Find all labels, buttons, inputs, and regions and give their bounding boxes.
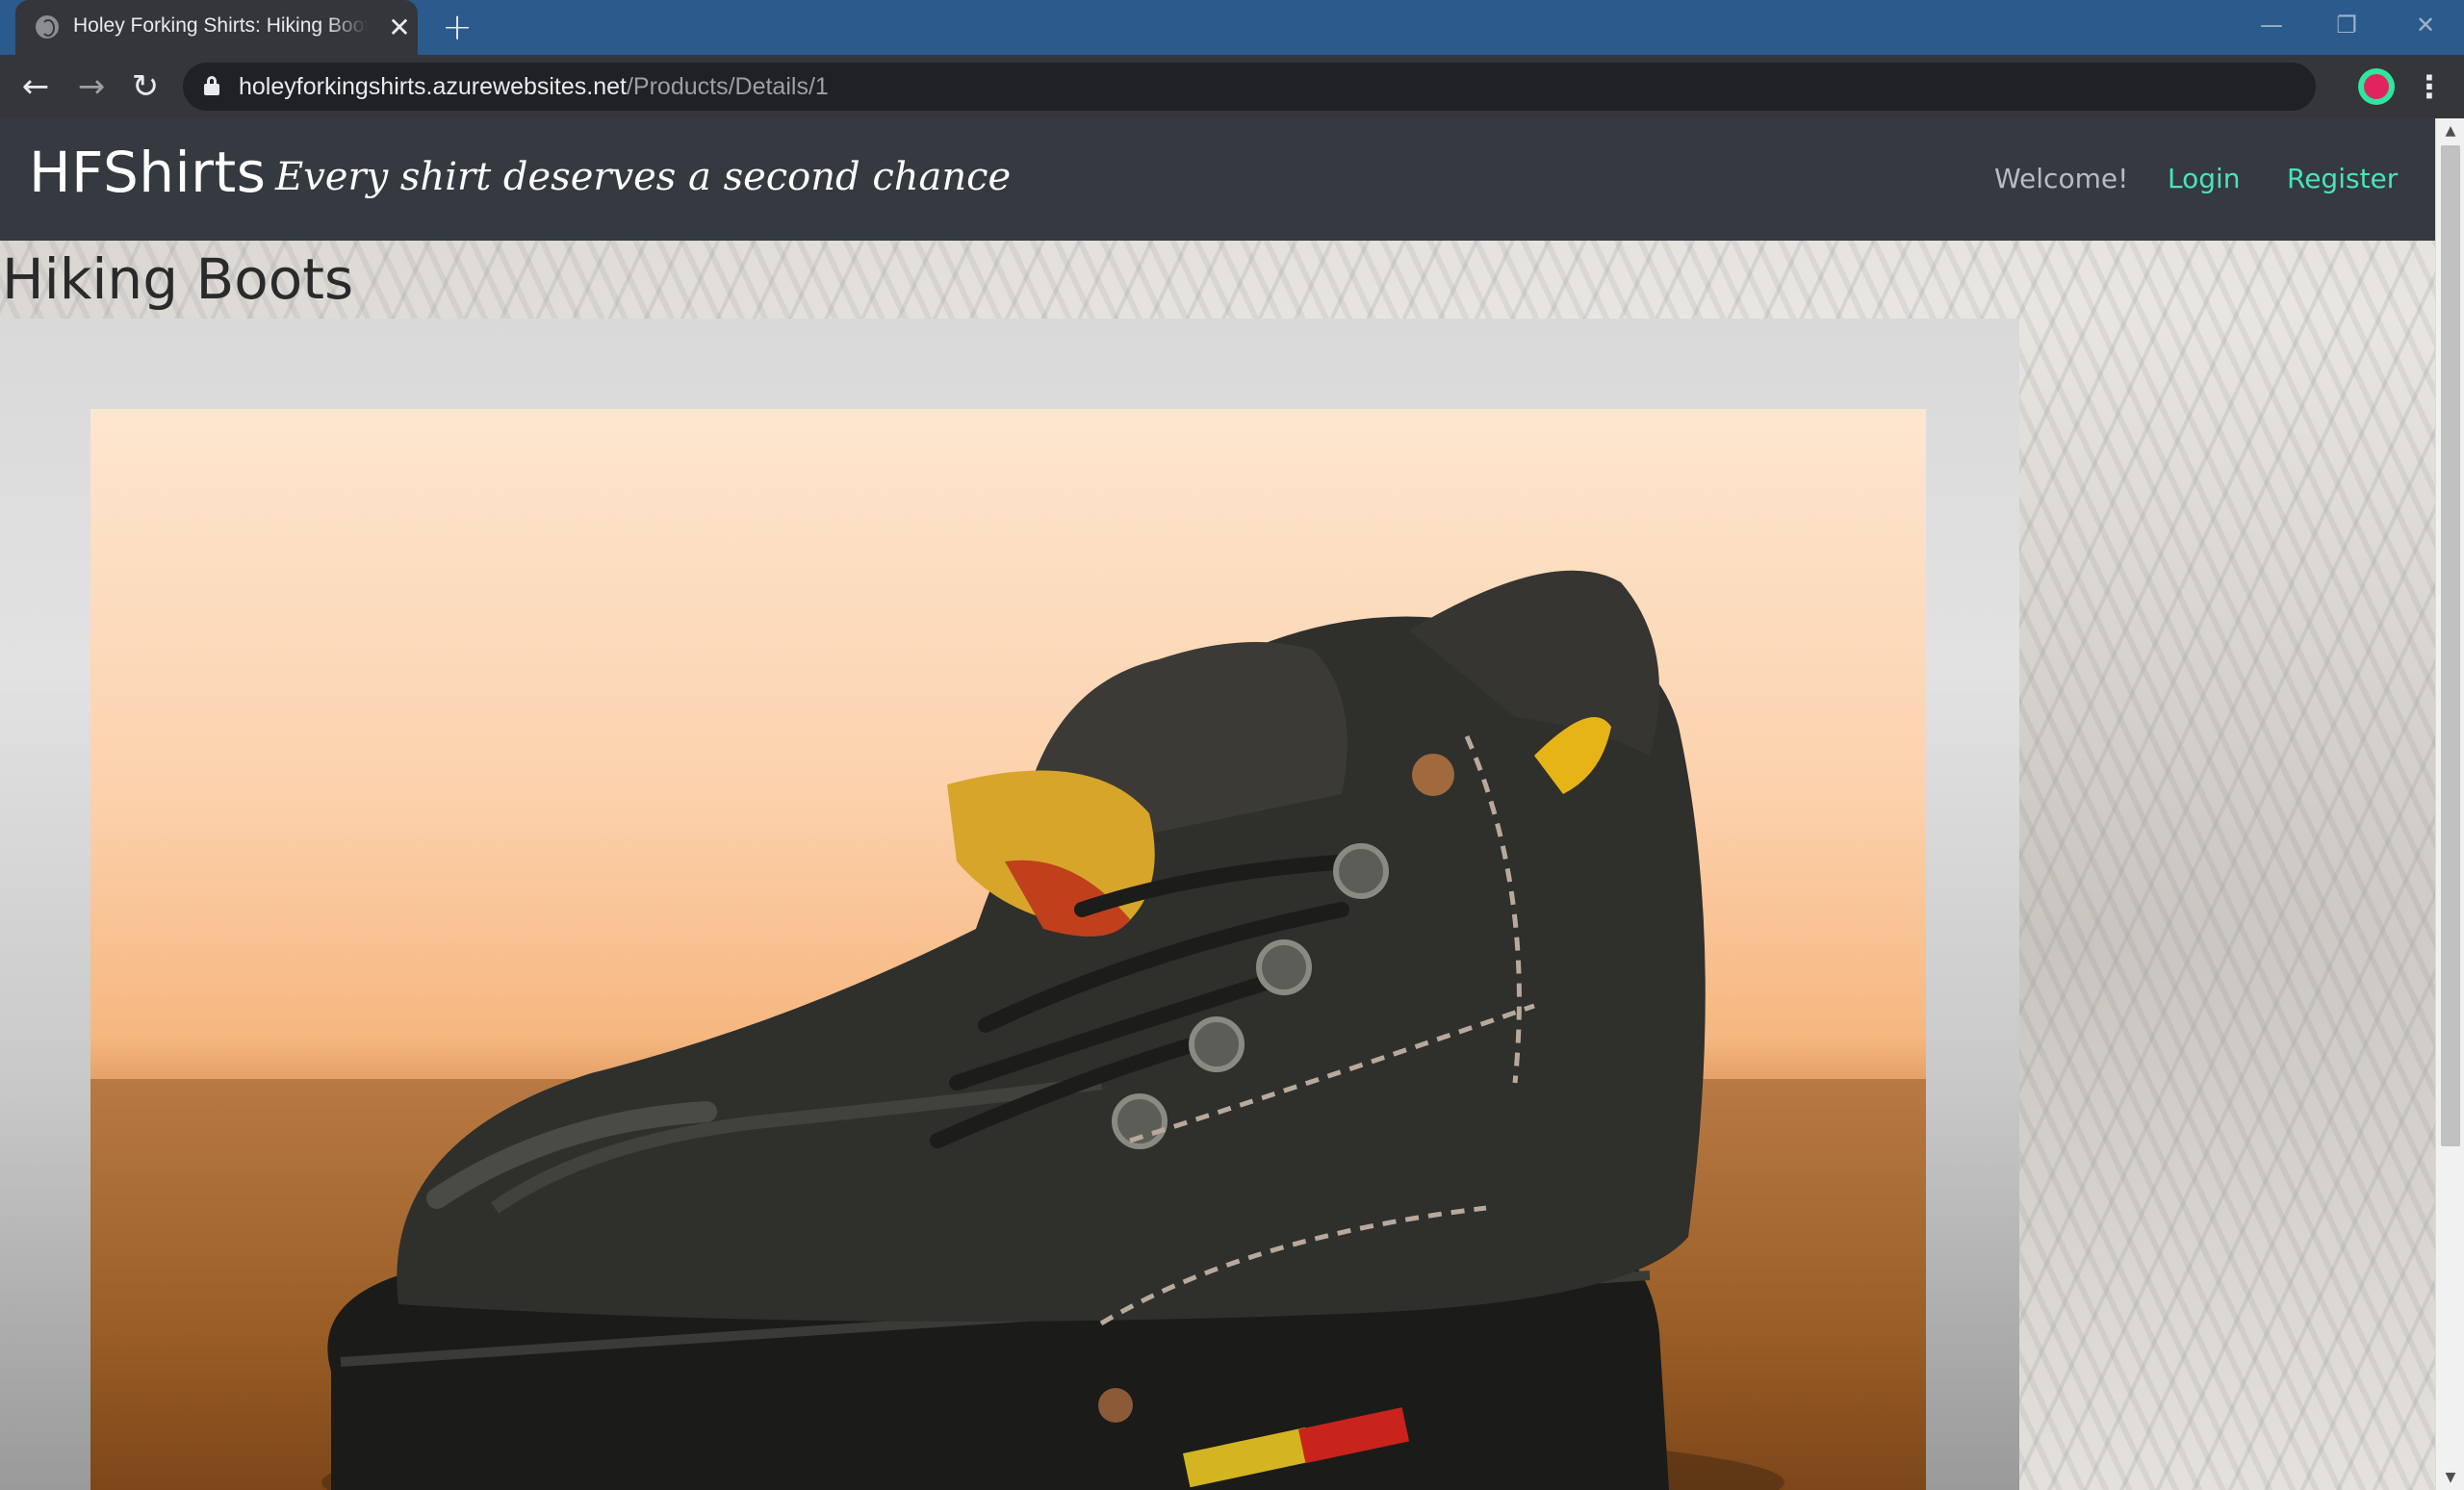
site-navbar: HFShirts Every shirt deserves a second c… — [0, 118, 2435, 241]
page-viewport: HFShirts Every shirt deserves a second c… — [0, 118, 2435, 1490]
forward-arrow-icon[interactable]: → — [69, 64, 114, 109]
back-arrow-icon[interactable]: ← — [13, 64, 58, 109]
product-image — [90, 409, 1926, 1490]
page-title-bar: Hiking Boots — [0, 241, 2435, 318]
scroll-down-arrow-icon[interactable]: ▼ — [2436, 1465, 2464, 1490]
scroll-up-arrow-icon[interactable]: ▲ — [2436, 118, 2464, 143]
extension-icon[interactable] — [2358, 68, 2395, 105]
address-bar[interactable]: holeyforkingshirts.azurewebsites.net/Pro… — [183, 63, 2316, 111]
new-tab-button[interactable]: + — [439, 9, 475, 46]
reload-icon[interactable]: ↻ — [123, 64, 167, 109]
vertical-scrollbar[interactable]: ▲ ▼ — [2435, 118, 2464, 1490]
browser-titlebar: Holey Forking Shirts: Hiking Boots ✕ + —… — [0, 0, 2464, 55]
restore-window-icon[interactable]: ❐ — [2318, 6, 2375, 44]
lock-icon[interactable] — [204, 76, 219, 95]
tab-close-button[interactable]: ✕ — [385, 13, 414, 42]
url-path: /Products/Details/1 — [626, 73, 829, 100]
kebab-menu-icon[interactable]: ⋮ — [2414, 64, 2445, 109]
login-link[interactable]: Login — [2168, 163, 2241, 194]
register-link[interactable]: Register — [2287, 163, 2398, 194]
close-window-icon[interactable]: ✕ — [2397, 6, 2454, 44]
globe-icon — [36, 15, 59, 39]
browser-toolbar: ← → ↻ holeyforkingshirts.azurewebsites.n… — [0, 55, 2464, 118]
tab-title: Holey Forking Shirts: Hiking Boots — [73, 14, 368, 37]
minimize-window-icon[interactable]: — — [2243, 6, 2300, 44]
scrollbar-thumb[interactable] — [2441, 145, 2460, 1146]
url-host: holeyforkingshirts.azurewebsites.net — [239, 73, 627, 100]
boot-illustration — [321, 570, 1784, 1490]
page-title: Hiking Boots — [2, 246, 354, 312]
brand-logo-link[interactable]: HFShirts — [29, 140, 266, 205]
url-text[interactable]: holeyforkingshirts.azurewebsites.net/Pro… — [239, 73, 829, 101]
site-tagline: Every shirt deserves a second chance — [275, 155, 1012, 199]
browser-tab[interactable]: Holey Forking Shirts: Hiking Boots ✕ — [15, 0, 418, 55]
welcome-text: Welcome! — [1994, 163, 2129, 194]
